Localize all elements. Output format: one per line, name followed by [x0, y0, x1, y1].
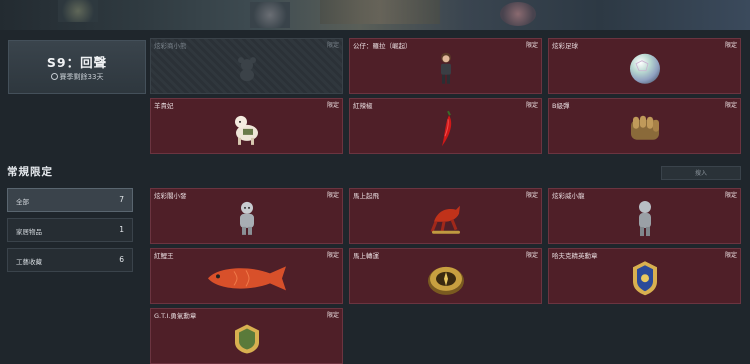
limited-tag: 限定 [525, 252, 538, 259]
limited-tag: 限定 [525, 102, 538, 109]
gold-compass-icon [427, 266, 464, 295]
red-chili-icon [441, 110, 451, 147]
filter-all[interactable]: 全部 7 [7, 188, 133, 212]
item-name: 炫彩威小龍 [552, 192, 585, 200]
alpaca-figure-icon [234, 115, 258, 145]
filter-count: 1 [119, 225, 124, 234]
filter-count: 7 [119, 195, 124, 204]
item-name: 羊貴妃 [154, 102, 174, 110]
season-title: S9：回聲 [46, 55, 108, 70]
item-name: 炫彩足球 [552, 42, 578, 50]
limited-tag: 限定 [326, 252, 339, 259]
item-name: 紅鯉王 [154, 252, 174, 260]
item-card[interactable]: 羊貴妃 限定 [150, 98, 343, 154]
red-carp-icon [207, 266, 286, 291]
item-name: 哈夫克精英勳章 [552, 252, 598, 260]
item-card[interactable]: 馬上轉運 限定 [349, 248, 542, 304]
top-banner [0, 0, 750, 30]
season-remaining-text: 賽季剩餘33天 [59, 73, 104, 81]
filter-label: 家居物品 [16, 228, 42, 236]
item-name: 公仔：羅拉（崛起） [353, 42, 412, 50]
season-remaining: 賽季剩餘33天 [9, 72, 145, 82]
item-name: 炫彩閣小發 [154, 192, 187, 200]
limited-tag: 限定 [724, 192, 737, 199]
iridescent-ball-icon [629, 53, 660, 84]
limited-tag: 限定 [724, 42, 737, 49]
season-panel[interactable]: S9：回聲 賽季剩餘33天 [8, 40, 146, 94]
banner-decoration [500, 2, 536, 26]
item-card[interactable]: 炫彩威小龍 限定 [548, 188, 741, 244]
item-card[interactable]: 馬上起飛 限定 [349, 188, 542, 244]
item-card[interactable]: 紅鯉王 限定 [150, 248, 343, 304]
item-name: B級彈 [552, 102, 570, 110]
filter-home-items[interactable]: 家居物品 1 [7, 218, 133, 242]
banner-decoration [58, 0, 98, 22]
banner-decoration [320, 0, 440, 24]
clock-icon [50, 73, 58, 80]
item-card[interactable]: 炫彩足球 限定 [548, 38, 741, 94]
silver-figurine-icon [239, 201, 254, 235]
silver-dragon-icon [638, 201, 651, 237]
filter-count: 6 [119, 255, 124, 264]
item-name: G.T.I.勇氣勳章 [154, 312, 197, 320]
item-card[interactable]: 炫彩閣小發 限定 [150, 188, 343, 244]
search-input[interactable] [662, 167, 740, 179]
limited-tag: 限定 [326, 192, 339, 199]
golden-fist-icon [630, 115, 659, 140]
limited-tag: 限定 [326, 312, 339, 319]
item-card[interactable]: G.T.I.勇氣勳章 限定 [150, 308, 343, 364]
limited-tag: 限定 [724, 252, 737, 259]
limited-tag: 限定 [724, 102, 737, 109]
limited-tag: 限定 [525, 192, 538, 199]
limited-tag: 限定 [326, 42, 339, 49]
item-card[interactable]: 紅辣椒 限定 [349, 98, 542, 154]
limited-tag: 限定 [326, 102, 339, 109]
limited-tag: 限定 [525, 42, 538, 49]
figure-girl-icon [440, 52, 451, 84]
filter-craft-collection[interactable]: 工藝收藏 6 [7, 248, 133, 272]
bear-silhouette-icon [237, 57, 256, 82]
item-name: 馬上轉運 [353, 252, 379, 260]
section-title: 常規限定 [7, 166, 53, 178]
filter-label: 全部 [16, 198, 29, 206]
green-gold-medal-icon [234, 324, 259, 354]
blue-gold-medal-icon [632, 261, 657, 296]
item-card[interactable]: B級彈 限定 [548, 98, 741, 154]
filter-label: 工藝收藏 [16, 258, 42, 266]
item-card[interactable]: 公仔：羅拉（崛起） 限定 [349, 38, 542, 94]
red-horse-icon [430, 205, 460, 234]
item-name: 紅辣椒 [353, 102, 373, 110]
item-name: 馬上起飛 [353, 192, 379, 200]
banner-decoration [250, 2, 290, 28]
search-box[interactable] [661, 166, 741, 180]
item-card[interactable]: 炫彩商小熊 限定 [150, 38, 343, 94]
item-card[interactable]: 哈夫克精英勳章 限定 [548, 248, 741, 304]
item-name: 炫彩商小熊 [154, 42, 187, 50]
